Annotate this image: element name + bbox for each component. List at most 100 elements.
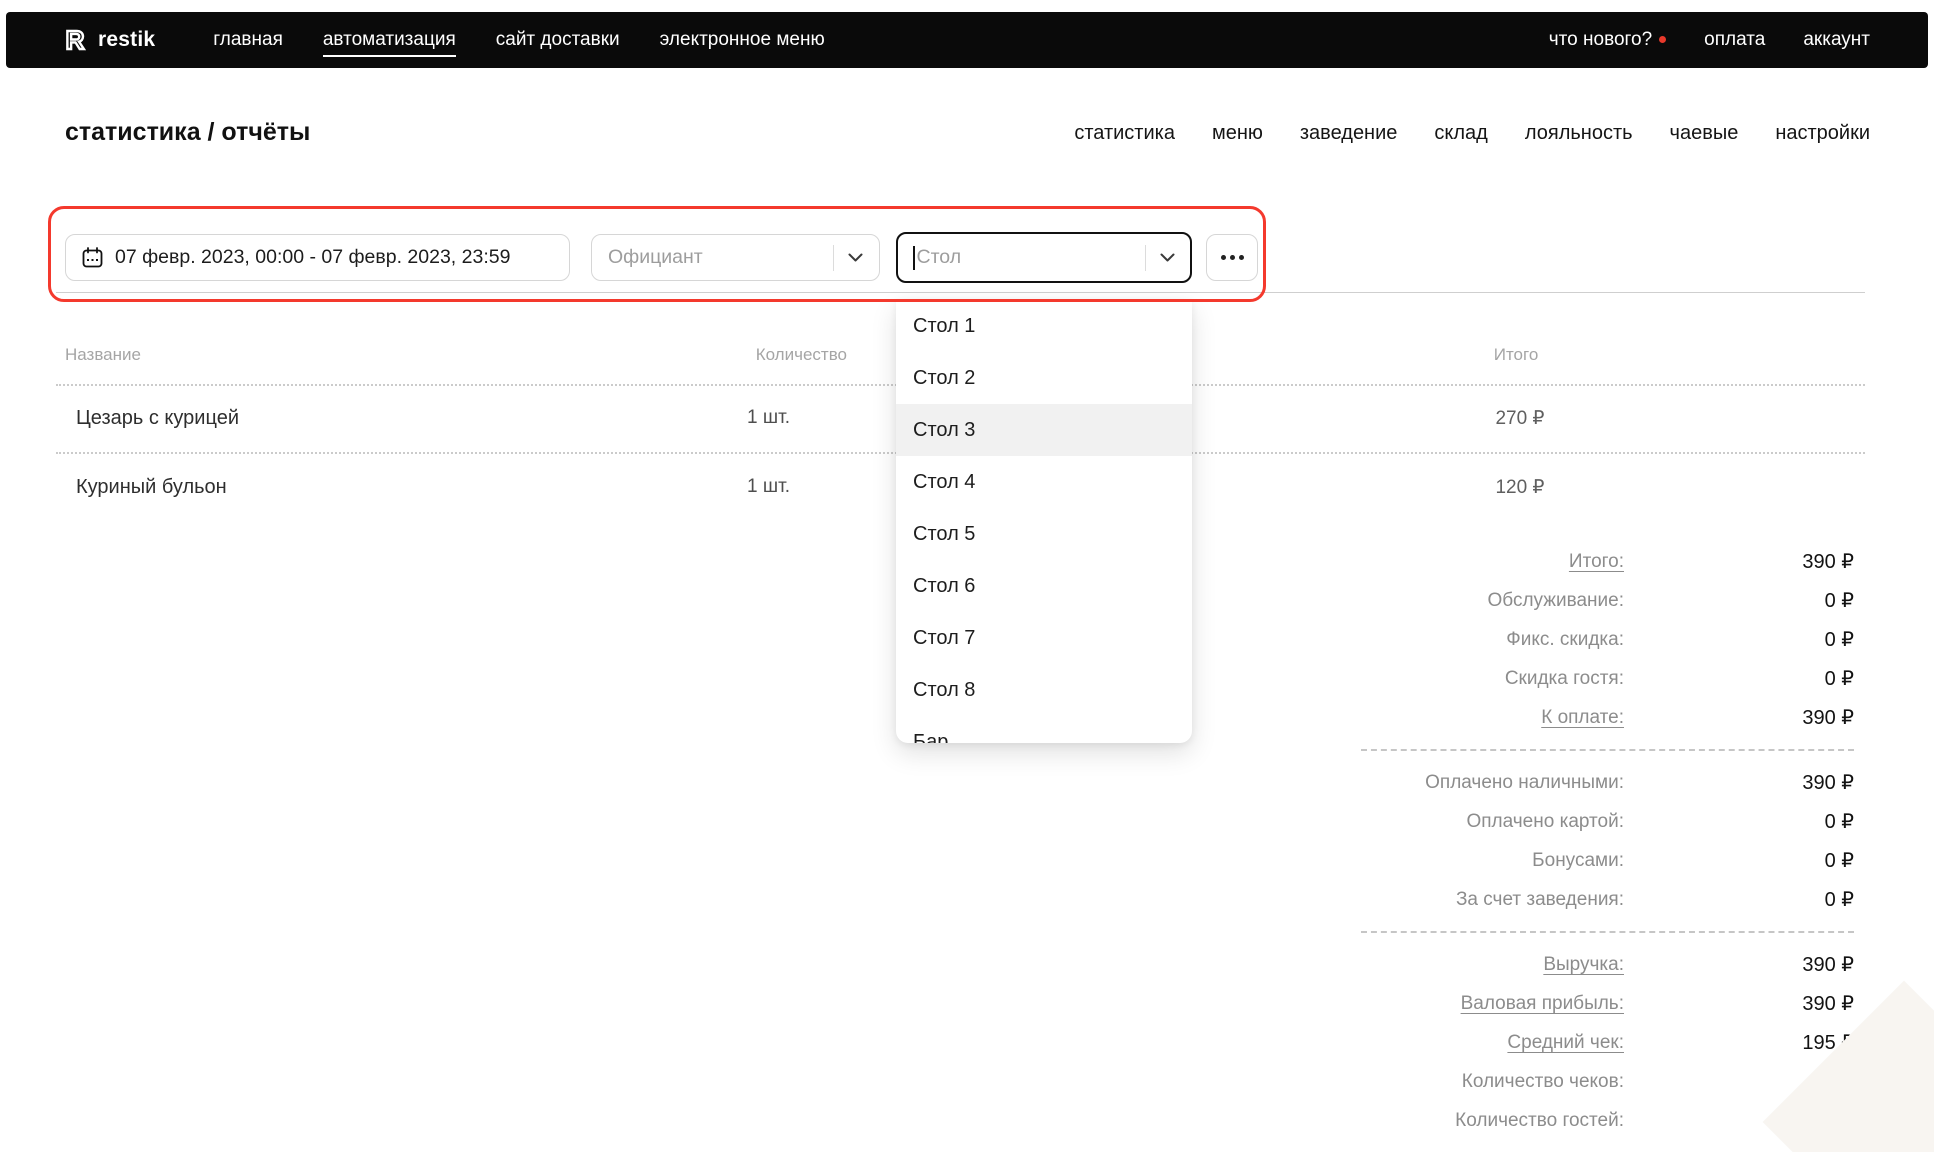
notification-dot-icon <box>1659 36 1666 43</box>
summary-row: Обслуживание: 0 ₽ <box>1270 581 1854 620</box>
summary-row: Оплачено картой: 0 ₽ <box>1270 802 1854 841</box>
summary-value: 0 ₽ <box>1624 627 1854 652</box>
summary-value: 390 ₽ <box>1624 770 1854 795</box>
dropdown-option[interactable]: Стол 4 <box>896 456 1192 508</box>
navbar-right: что нового? оплата аккаунт <box>1549 23 1870 57</box>
brand-logo[interactable]: R restik <box>63 25 155 55</box>
summary-value: 0 ₽ <box>1624 809 1854 834</box>
summary-value: 390 ₽ <box>1624 705 1854 730</box>
waiter-select[interactable]: Официант <box>591 234 880 281</box>
section-tab[interactable]: склад <box>1434 122 1487 145</box>
summary-label[interactable]: Выручка: <box>1270 954 1624 976</box>
summary-label[interactable]: Средний чек: <box>1270 1032 1624 1054</box>
primary-nav-item[interactable]: автоматизация <box>323 23 456 57</box>
chevron-down-icon <box>1160 253 1175 262</box>
dropdown-option[interactable]: Стол 6 <box>896 560 1192 612</box>
table-select[interactable]: Стол <box>896 232 1192 283</box>
column-header-quantity: Количество <box>640 345 847 365</box>
summary-value: 195 ₽ <box>1624 1030 1854 1055</box>
summary-value: 0 ₽ <box>1624 588 1854 613</box>
summary-panel: Итого: 390 ₽ Обслуживание: 0 ₽ Фикс. ски… <box>1270 542 1854 1140</box>
primary-nav-item[interactable]: электронное меню <box>660 23 825 57</box>
dropdown-option[interactable]: Стол 3 <box>896 404 1192 456</box>
dropdown-option[interactable]: Стол 2 <box>896 352 1192 404</box>
ellipsis-icon <box>1230 255 1235 260</box>
section-tab[interactable]: меню <box>1212 122 1263 145</box>
primary-nav-item[interactable]: сайт доставки <box>496 23 620 57</box>
section-tabs: статистика меню заведение склад лояльность ча… <box>1074 122 1870 145</box>
restik-logo-icon: R <box>63 25 88 55</box>
summary-label[interactable]: Количество гостей: <box>1270 1110 1624 1132</box>
waiter-placeholder: Официант <box>608 246 825 269</box>
summary-value: 390 ₽ <box>1624 549 1854 574</box>
navbar-right-item[interactable]: оплата <box>1704 23 1765 57</box>
summary-row: К оплате: 390 ₽ <box>1270 698 1854 737</box>
summary-label[interactable]: Обслуживание: <box>1270 590 1624 612</box>
table-row-total: 270 ₽ <box>1420 407 1620 430</box>
date-range-picker[interactable]: 07 февр. 2023, 00:00 - 07 февр. 2023, 23… <box>65 234 570 281</box>
dashed-divider <box>1361 931 1854 933</box>
section-tab[interactable]: статистика <box>1074 122 1175 145</box>
summary-row: Оплачено наличными: 390 ₽ <box>1270 763 1854 802</box>
summary-row: Средний чек: 195 ₽ <box>1270 1023 1854 1062</box>
navbar-right-item[interactable]: аккаунт <box>1803 23 1870 57</box>
calendar-icon <box>82 247 103 268</box>
navbar-right-item[interactable]: что нового? <box>1549 23 1666 57</box>
summary-row: Бонусами: 0 ₽ <box>1270 841 1854 880</box>
summary-label: Оплачено наличными: <box>1270 772 1624 794</box>
table-row-quantity: 1 шт. <box>640 476 790 498</box>
summary-label[interactable]: К оплате: <box>1270 707 1624 729</box>
more-options-button[interactable] <box>1206 234 1258 281</box>
summary-payments: Оплачено наличными: 390 ₽ Оплачено карто… <box>1270 763 1854 919</box>
section-tab[interactable]: заведение <box>1300 122 1398 145</box>
top-navbar: R restik главная автоматизация сайт достав… <box>6 12 1928 68</box>
dropdown-option[interactable]: Стол 5 <box>896 508 1192 560</box>
dropdown-option[interactable]: Стол 7 <box>896 612 1192 664</box>
summary-label: За счет заведения: <box>1270 889 1624 911</box>
summary-label[interactable]: Валовая прибыль: <box>1270 993 1624 1015</box>
section-tab[interactable]: чаевые <box>1670 122 1739 145</box>
primary-nav-item[interactable]: главная <box>213 23 283 57</box>
date-range-value: 07 февр. 2023, 00:00 - 07 февр. 2023, 23… <box>115 246 510 269</box>
summary-value: 0 ₽ <box>1624 887 1854 912</box>
summary-value: 0 ₽ <box>1624 666 1854 691</box>
svg-text:R: R <box>66 25 85 55</box>
table-row-quantity: 1 шт. <box>640 407 790 429</box>
summary-stats: Выручка: 390 ₽ Валовая прибыль: 390 ₽ Ср… <box>1270 945 1854 1140</box>
section-tab[interactable]: настройки <box>1775 122 1870 145</box>
column-header-total: Итого <box>1416 345 1616 365</box>
dashed-divider <box>1361 749 1854 751</box>
column-header-name: Название <box>65 345 141 365</box>
summary-row: За счет заведения: 0 ₽ <box>1270 880 1854 919</box>
table-row-total: 120 ₽ <box>1420 476 1620 499</box>
select-divider <box>833 245 834 271</box>
summary-value: 390 ₽ <box>1624 952 1854 977</box>
statistics-reports-page: R restik главная автоматизация сайт достав… <box>0 0 1934 1152</box>
summary-row: Скидка гостя: 0 ₽ <box>1270 659 1854 698</box>
section-tab[interactable]: лояльность <box>1525 122 1633 145</box>
table-top-divider <box>56 292 1865 293</box>
table-placeholder: Стол <box>917 246 1138 269</box>
summary-label[interactable]: Скидка гостя: <box>1270 668 1624 690</box>
table-select-dropdown: Стол 1Стол 2Стол 3Стол 4Стол 5Стол 6Стол… <box>896 300 1192 743</box>
summary-value: 390 ₽ <box>1624 991 1854 1016</box>
summary-totals: Итого: 390 ₽ Обслуживание: 0 ₽ Фикс. ски… <box>1270 542 1854 737</box>
summary-label: Оплачено картой: <box>1270 811 1624 833</box>
summary-value: 0 ₽ <box>1624 848 1854 873</box>
table-row-name: Куриный бульон <box>76 476 227 499</box>
summary-label[interactable]: Итого: <box>1270 551 1624 573</box>
dropdown-option[interactable]: Стол 1 <box>896 300 1192 352</box>
summary-label: Бонусами: <box>1270 850 1624 872</box>
summary-row: Итого: 390 ₽ <box>1270 542 1854 581</box>
select-divider <box>1145 245 1146 271</box>
summary-row: Количество чеков: 2 <box>1270 1062 1854 1101</box>
page-title: статистика / отчёты <box>65 118 310 147</box>
summary-label[interactable]: Фикс. скидка: <box>1270 629 1624 651</box>
ellipsis-icon <box>1221 255 1226 260</box>
primary-nav: главная автоматизация сайт доставки электро… <box>213 23 824 57</box>
summary-row: Фикс. скидка: 0 ₽ <box>1270 620 1854 659</box>
summary-label[interactable]: Количество чеков: <box>1270 1071 1624 1093</box>
dropdown-option[interactable]: Бар <box>896 716 1192 743</box>
dropdown-option[interactable]: Стол 8 <box>896 664 1192 716</box>
text-cursor <box>913 246 915 270</box>
